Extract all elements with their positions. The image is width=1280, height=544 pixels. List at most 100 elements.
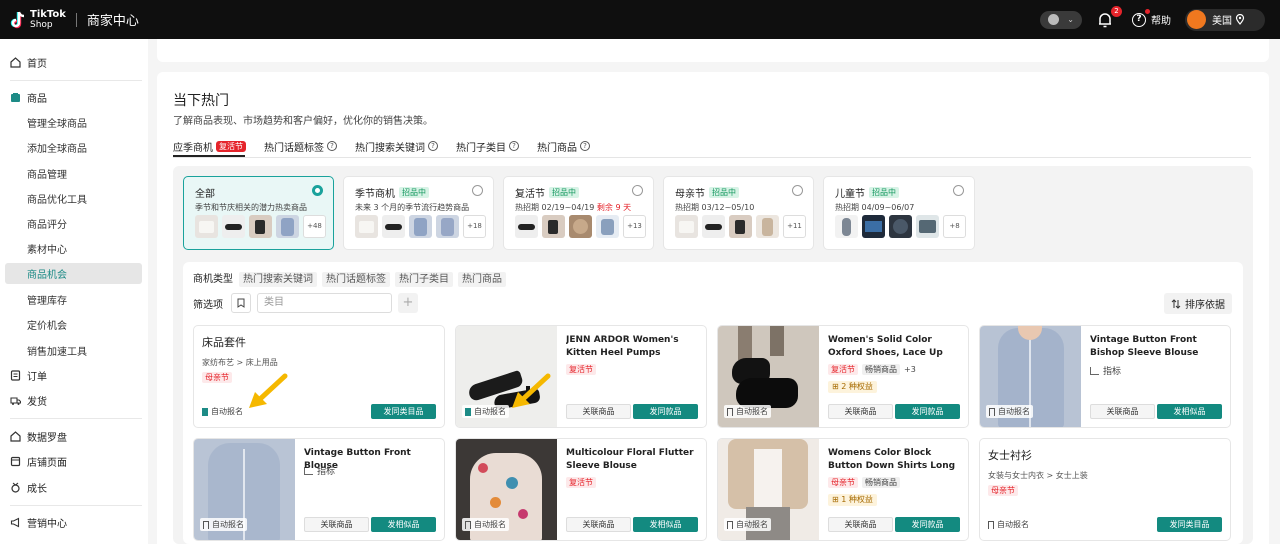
more-tags-count[interactable]: +3 xyxy=(904,365,916,374)
add-filter-button[interactable]: + xyxy=(398,293,418,313)
category-select[interactable]: 类目 xyxy=(257,293,392,313)
publish-same-button[interactable]: 发同款品 xyxy=(633,404,698,419)
bookmark-filter-button[interactable] xyxy=(231,293,251,313)
tab-hashtags[interactable]: 热门话题标签 ? xyxy=(264,138,337,154)
benefit-badge[interactable]: ⊞ 2 种权益 xyxy=(828,381,877,393)
season-radio[interactable] xyxy=(312,185,323,196)
product-card-oxford-shoes[interactable]: Women's Solid Color Oxford Shoes, Lace U… xyxy=(717,325,969,428)
filter-chip-keywords[interactable]: 热门搜索关键词 xyxy=(239,272,317,287)
auto-enroll-toggle[interactable]: 自动报名 xyxy=(724,518,771,531)
sidebar-item-optimize[interactable]: 商品优化工具 xyxy=(0,188,148,209)
publish-similar-button[interactable]: 发相似品 xyxy=(633,517,698,532)
sidebar-item-shipping[interactable]: 发货 xyxy=(0,390,148,411)
season-card-seasonal[interactable]: 季节商机 招品中 未来 3 个月的季节流行趋势商品 +18 xyxy=(343,176,494,250)
product-card-bedding[interactable]: 床品套件 家纺布艺 > 床上用品 母亲节 自动报名 发同类目品 xyxy=(193,325,445,428)
megaphone-icon xyxy=(10,517,20,528)
filter-chip-hashtags[interactable]: 热门话题标签 xyxy=(322,272,390,287)
metrics-link[interactable]: 指标 xyxy=(1090,364,1121,377)
highlight-arrow-icon xyxy=(249,373,288,408)
more-thumbs-count[interactable]: +11 xyxy=(783,215,806,238)
season-radio[interactable] xyxy=(792,185,803,196)
season-radio[interactable] xyxy=(632,185,643,196)
product-icon xyxy=(11,93,20,102)
tab-keywords[interactable]: 热门搜索关键词 ? xyxy=(355,138,438,154)
question-icon[interactable]: ? xyxy=(428,141,438,151)
location-pin-icon xyxy=(1235,14,1245,25)
product-thumb xyxy=(916,215,939,238)
season-desc: 热招期 03/12~05/10 xyxy=(675,203,755,212)
question-icon[interactable]: ? xyxy=(509,141,519,151)
product-card-button-front-blouse[interactable]: Vintage Button Front Blouse 指标 自动报名 关联商品… xyxy=(193,438,445,541)
link-product-button[interactable]: 关联商品 xyxy=(304,517,369,532)
season-card-childrens-day[interactable]: 儿童节 招品中 热招期 04/09~06/07 +8 xyxy=(823,176,975,250)
sidebar-item-rating[interactable]: 商品评分 xyxy=(0,213,148,234)
publish-similar-button[interactable]: 发相似品 xyxy=(1157,404,1222,419)
tab-seasonal[interactable]: 应季商机 复活节 xyxy=(173,138,246,154)
more-thumbs-count[interactable]: +48 xyxy=(303,215,326,238)
benefit-badge[interactable]: ⊞ 1 种权益 xyxy=(828,494,877,506)
product-card-womens-shirts[interactable]: 女士衬衫 女装与女士内衣 > 女士上装 母亲节 自动报名 发同类目品 xyxy=(979,438,1231,541)
sidebar-item-add-global[interactable]: 添加全球商品 xyxy=(0,137,148,158)
publish-same-category-button[interactable]: 发同类目品 xyxy=(371,404,436,419)
sidebar-item-opportunities[interactable]: 商品机会 xyxy=(5,263,142,284)
product-card-kitten-heel-pumps[interactable]: JENN ARDOR Women's Kitten Heel Pumps Sli… xyxy=(455,325,707,428)
link-product-button[interactable]: 关联商品 xyxy=(828,517,893,532)
tab-hot-products[interactable]: 热门商品 ? xyxy=(537,138,590,154)
season-card-easter[interactable]: 复活节 招品中 热招期 02/19~04/19 剩余 9 天 +13 xyxy=(503,176,654,250)
notifications-button[interactable]: 2 xyxy=(1096,5,1122,29)
product-card-floral-flutter-blouse[interactable]: Multicolour Floral Flutter Sleeve Blouse… xyxy=(455,438,707,541)
sidebar-item-growth[interactable]: 成长 xyxy=(0,477,148,498)
season-radio[interactable] xyxy=(953,185,964,196)
sidebar-item-marketing[interactable]: 营销中心 xyxy=(0,512,148,533)
auto-enroll-toggle[interactable]: 自动报名 xyxy=(988,519,1029,530)
auto-enroll-toggle[interactable]: 自动报名 xyxy=(724,405,771,418)
more-thumbs-count[interactable]: +13 xyxy=(623,215,646,238)
link-product-button[interactable]: 关联商品 xyxy=(828,404,893,419)
sidebar-item-home[interactable]: 首页 xyxy=(0,52,148,73)
season-card-all[interactable]: 全部 季节和节庆相关的潜力热卖商品 +48 xyxy=(183,176,334,250)
publish-same-button[interactable]: 发同款品 xyxy=(895,517,960,532)
product-card-bishop-sleeve-blouse[interactable]: Vintage Button Front Bishop Sleeve Blous… xyxy=(979,325,1231,428)
sidebar-item-manage-global[interactable]: 管理全球商品 xyxy=(0,112,148,133)
sidebar-item-orders[interactable]: 订单 xyxy=(0,365,148,386)
more-thumbs-count[interactable]: +18 xyxy=(463,215,486,238)
sidebar-item-sales-boost[interactable]: 销售加速工具 xyxy=(0,340,148,361)
season-desc: 季节和节庆相关的潜力热卖商品 xyxy=(195,203,307,212)
product-title: 床品套件 xyxy=(202,336,246,349)
more-thumbs-count[interactable]: +8 xyxy=(943,215,966,238)
link-product-button[interactable]: 关联商品 xyxy=(566,404,631,419)
messages-button[interactable]: ⌄ xyxy=(1040,9,1082,29)
auto-enroll-toggle[interactable]: 自动报名 xyxy=(202,406,243,417)
season-radio[interactable] xyxy=(472,185,483,196)
publish-same-category-button[interactable]: 发同类目品 xyxy=(1157,517,1222,532)
filter-chip-hot-products[interactable]: 热门商品 xyxy=(458,272,506,287)
sidebar-item-store-page[interactable]: 店铺页面 xyxy=(0,451,148,472)
sidebar-item-products[interactable]: 商品 xyxy=(0,87,148,108)
auto-enroll-toggle[interactable]: 自动报名 xyxy=(462,518,509,531)
season-card-mothers-day[interactable]: 母亲节 招品中 热招期 03/12~05/10 +11 xyxy=(663,176,814,250)
question-icon[interactable]: ? xyxy=(580,141,590,151)
publish-similar-button[interactable]: 发相似品 xyxy=(371,517,436,532)
help-button[interactable]: ? 帮助 xyxy=(1132,8,1171,27)
product-card-color-block-shirt[interactable]: Womens Color Block Button Down Shirts Lo… xyxy=(717,438,969,541)
account-region-button[interactable]: 美国 xyxy=(1185,8,1265,31)
sidebar-item-assets[interactable]: 素材中心 xyxy=(0,238,148,259)
tab-label: 热门搜索关键词 xyxy=(355,142,425,154)
metrics-link[interactable]: 指标 xyxy=(304,464,335,477)
sidebar-item-label: 数据罗盘 xyxy=(27,433,67,444)
tab-subcategories[interactable]: 热门子类目 ? xyxy=(456,138,519,154)
sort-button[interactable]: 排序依据 xyxy=(1164,293,1232,314)
sidebar-item-inventory[interactable]: 管理库存 xyxy=(0,289,148,310)
sidebar-item-pricing[interactable]: 定价机会 xyxy=(0,314,148,335)
publish-same-button[interactable]: 发同款品 xyxy=(895,404,960,419)
question-icon[interactable]: ? xyxy=(327,141,337,151)
link-product-button[interactable]: 关联商品 xyxy=(566,517,631,532)
sidebar-item-product-manage[interactable]: 商品管理 xyxy=(0,163,148,184)
sidebar-item-data-compass[interactable]: 数据罗盘 xyxy=(0,426,148,447)
filter-chip-subcategories[interactable]: 热门子类目 xyxy=(395,272,453,287)
auto-enroll-toggle[interactable]: 自动报名 xyxy=(986,405,1033,418)
tiktok-shop-logo[interactable]: TikTok Shop xyxy=(10,9,66,30)
auto-enroll-toggle[interactable]: 自动报名 xyxy=(462,405,509,418)
auto-enroll-toggle[interactable]: 自动报名 xyxy=(200,518,247,531)
link-product-button[interactable]: 关联商品 xyxy=(1090,404,1155,419)
